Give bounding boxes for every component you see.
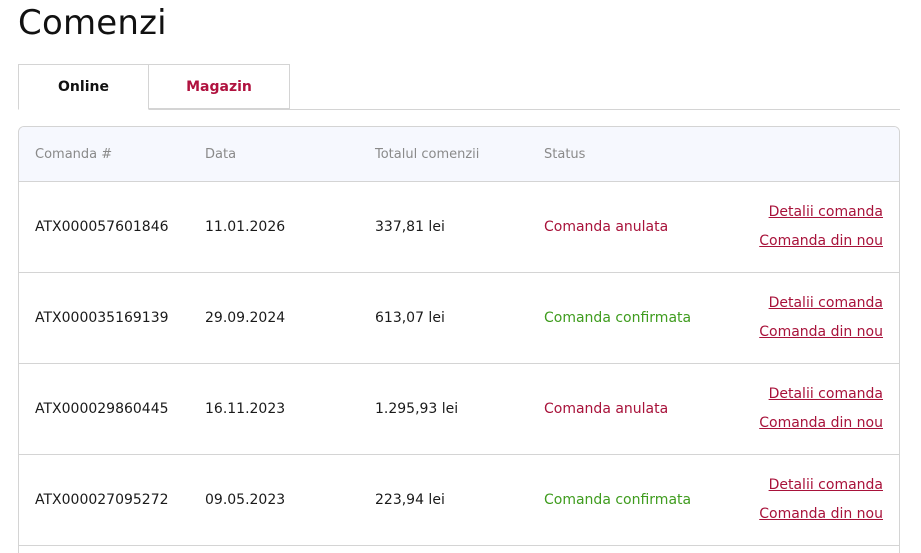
header-status: Status — [544, 146, 586, 162]
reorder-link[interactable]: Comanda din nou — [759, 414, 883, 433]
order-details-link[interactable]: Detalii comanda — [769, 294, 883, 313]
table-row: ATX000029860445 16.11.2023 1.295,93 lei … — [19, 364, 899, 455]
order-status: Comanda confirmata — [544, 492, 692, 508]
tab-online[interactable]: Online — [18, 64, 149, 110]
order-number: ATX000029860445 — [35, 401, 169, 417]
header-date: Data — [205, 146, 237, 162]
order-details-link[interactable]: Detalii comanda — [769, 476, 883, 495]
order-actions: Detalii comanda Comanda din nou — [759, 455, 883, 545]
orders-table: Comanda # Data Totalul comenzii Status A… — [18, 126, 900, 553]
order-details-link[interactable]: Detalii comanda — [769, 203, 883, 222]
reorder-link[interactable]: Comanda din nou — [759, 505, 883, 524]
order-date: 16.11.2023 — [205, 401, 286, 417]
order-number: ATX000027095272 — [35, 492, 169, 508]
header-order: Comanda # — [35, 146, 113, 162]
order-actions: Detalii comanda Comanda din nou — [759, 182, 883, 272]
page-title: Comenzi — [18, 3, 167, 43]
order-status: Comanda anulata — [544, 219, 669, 235]
order-status: Comanda confirmata — [544, 310, 692, 326]
order-actions: Detalii comanda Comanda din nou — [759, 273, 883, 363]
order-number: ATX000057601846 — [35, 219, 169, 235]
table-row: ATX000027095272 09.05.2023 223,94 lei Co… — [19, 455, 899, 546]
order-tabs: Online Magazin — [18, 64, 900, 110]
header-total: Totalul comenzii — [375, 146, 480, 162]
order-date: 09.05.2023 — [205, 492, 286, 508]
order-total: 337,81 lei — [375, 219, 445, 235]
order-total: 613,07 lei — [375, 310, 445, 326]
order-number: ATX000035169139 — [35, 310, 169, 326]
order-date: 29.09.2024 — [205, 310, 286, 326]
table-row: ATX000057601846 11.01.2026 337,81 lei Co… — [19, 182, 899, 273]
reorder-link[interactable]: Comanda din nou — [759, 232, 883, 251]
orders-page: Comenzi Online Magazin Comanda # Data To… — [0, 0, 921, 553]
table-header: Comanda # Data Totalul comenzii Status — [19, 127, 899, 182]
tab-magazin[interactable]: Magazin — [148, 64, 290, 109]
reorder-link[interactable]: Comanda din nou — [759, 323, 883, 342]
order-total: 223,94 lei — [375, 492, 445, 508]
order-actions: Detalii comanda Comanda din nou — [759, 364, 883, 454]
order-date: 11.01.2026 — [205, 219, 286, 235]
order-details-link[interactable]: Detalii comanda — [769, 385, 883, 404]
table-row: ATX000035169139 29.09.2024 613,07 lei Co… — [19, 273, 899, 364]
order-total: 1.295,93 lei — [375, 401, 459, 417]
order-status: Comanda anulata — [544, 401, 669, 417]
